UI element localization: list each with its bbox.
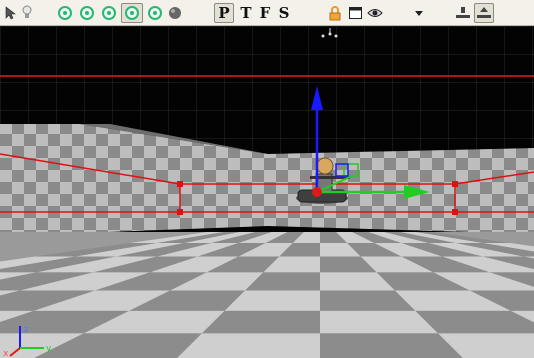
dropdown-button[interactable] — [412, 3, 426, 23]
view-perspective-button[interactable]: P — [214, 3, 234, 23]
fly-icon — [125, 6, 139, 20]
walk-icon — [148, 6, 162, 20]
select-tool-button[interactable] — [3, 3, 17, 23]
orbit-camera-button[interactable] — [56, 3, 74, 23]
app-window: P T F S z y x — [0, 0, 534, 358]
visibility-button[interactable] — [366, 3, 384, 23]
lightbulb-icon — [22, 5, 32, 18]
view-front-button[interactable]: F — [257, 3, 273, 23]
view-side-button[interactable]: S — [276, 3, 292, 23]
window-button[interactable] — [347, 3, 363, 23]
floor-drop-icon — [477, 7, 491, 18]
view-top-label: T — [240, 4, 252, 22]
drop-to-floor-button[interactable] — [474, 3, 494, 23]
view-top-button[interactable]: T — [238, 3, 254, 23]
fly-camera-button[interactable] — [121, 3, 143, 23]
toolbar: P T F S — [0, 0, 534, 26]
orbit-icon — [58, 6, 72, 20]
floor-tile — [177, 333, 320, 358]
3d-viewport[interactable]: z y x — [0, 26, 534, 358]
ground-icon — [456, 7, 470, 18]
light-tool-button[interactable] — [20, 3, 34, 23]
viewport-canvas: z y x — [0, 26, 534, 358]
view-perspective-label: P — [218, 4, 230, 22]
lock-button[interactable] — [327, 3, 343, 23]
render-mode-button[interactable] — [166, 3, 184, 23]
view-side-label: S — [278, 4, 290, 22]
pan-icon — [80, 6, 94, 20]
zoom-camera-button[interactable] — [100, 3, 118, 23]
zoom-icon — [102, 6, 116, 20]
floor-tile — [320, 333, 463, 358]
eye-icon — [367, 9, 383, 17]
pan-camera-button[interactable] — [78, 3, 96, 23]
view-front-label: F — [259, 4, 271, 22]
pointer-icon — [5, 6, 16, 20]
gizmo-origin[interactable] — [312, 187, 322, 197]
sphere-icon — [169, 7, 181, 19]
axis-z-label: z — [24, 325, 29, 335]
chevron-down-icon — [415, 11, 423, 16]
lock-icon — [329, 5, 341, 20]
floor-tiles — [0, 232, 534, 358]
walk-camera-button[interactable] — [146, 3, 164, 23]
axis-y-label: y — [46, 344, 52, 354]
axis-x-label: x — [3, 349, 9, 358]
window-icon — [348, 7, 362, 19]
ground-align-button[interactable] — [454, 3, 472, 23]
